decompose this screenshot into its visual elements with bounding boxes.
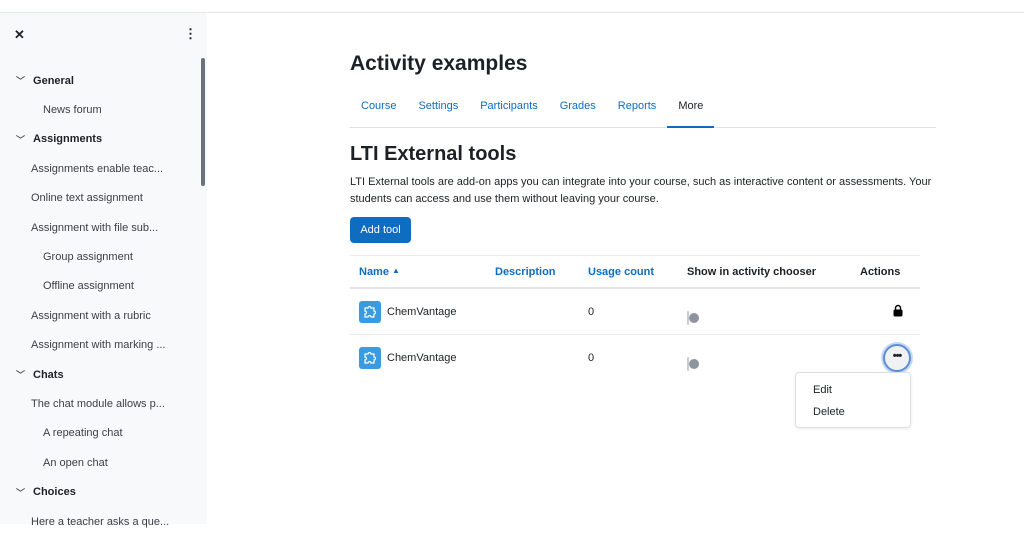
activity-link[interactable]: Offline assignment xyxy=(0,272,200,301)
scrollbar[interactable] xyxy=(201,58,205,186)
tab-participants[interactable]: Participants xyxy=(469,92,548,128)
item-label: General xyxy=(33,74,74,87)
header-show-in-chooser: Show in activity chooser xyxy=(687,265,816,278)
item-label: News forum xyxy=(43,104,102,117)
more-icon: ••• xyxy=(892,350,903,362)
header-actions: Actions xyxy=(860,265,901,278)
course-index: ﹀ General News forum ﹀ Assignments Assignment… xyxy=(0,66,200,536)
tab-reports[interactable]: Reports xyxy=(607,92,668,128)
chevron-down-icon[interactable]: ﹀ xyxy=(16,74,25,87)
item-label: Assignment with file sub... xyxy=(31,221,159,234)
chevron-down-icon[interactable]: ﹀ xyxy=(16,133,25,146)
tools-table: Name ▲ Description Usage count Show in a… xyxy=(350,255,920,381)
tool-name-cell: ChemVantage xyxy=(359,347,457,369)
section-header[interactable]: ﹀ Assignments xyxy=(0,125,200,154)
item-label: Choices xyxy=(33,486,76,499)
activity-link[interactable]: Group assignment xyxy=(0,242,200,271)
activity-link[interactable]: Here a teacher asks a que... xyxy=(0,507,200,536)
sort-asc-icon: ▲ xyxy=(392,265,400,275)
item-label: Assignment with marking ... xyxy=(31,339,166,352)
section-header[interactable]: ﹀ Chats xyxy=(0,360,200,389)
activity-link[interactable]: A repeating chat xyxy=(0,419,200,448)
show-in-chooser-toggle[interactable] xyxy=(687,357,689,371)
activity-link[interactable]: Assignment with a rubric xyxy=(0,301,200,330)
usage-count: 0 xyxy=(588,305,595,318)
activity-link[interactable]: Assignment with marking ... xyxy=(0,331,200,360)
actions-dropdown-menu: Edit Delete xyxy=(795,372,911,428)
tab-course[interactable]: Course xyxy=(350,92,407,128)
activity-link[interactable]: An open chat xyxy=(0,448,200,477)
tool-name: ChemVantage xyxy=(387,305,457,318)
close-icon[interactable]: ✕ xyxy=(14,27,25,43)
header-name[interactable]: Name ▲ xyxy=(359,266,400,278)
add-tool-button[interactable]: Add tool xyxy=(350,217,411,243)
section-header[interactable]: ﹀ General xyxy=(0,66,200,95)
item-label: An open chat xyxy=(43,456,108,469)
secondary-nav: Course Settings Participants Grades Reports M… xyxy=(350,92,936,128)
course-index-drawer: ✕ ⋮ ﹀ General News forum ﹀ Assignments Assign… xyxy=(0,13,207,528)
section-header[interactable]: ﹀ Choices xyxy=(0,477,200,506)
more-actions-button[interactable]: ••• xyxy=(883,344,911,372)
tool-name-cell: ChemVantage xyxy=(359,300,457,323)
item-label: A repeating chat xyxy=(43,427,123,440)
item-label: Assignments enable teac... xyxy=(31,162,164,175)
tab-more[interactable]: More xyxy=(667,92,715,128)
activity-link[interactable]: News forum xyxy=(0,95,200,124)
section-title: LTI External tools xyxy=(350,143,517,165)
item-label: Online text assignment xyxy=(31,192,143,205)
tab-settings[interactable]: Settings xyxy=(407,92,469,128)
item-label: Here a teacher asks a que... xyxy=(31,515,170,528)
chevron-down-icon[interactable]: ﹀ xyxy=(16,368,25,381)
header-description[interactable]: Description xyxy=(495,266,556,278)
activity-link[interactable]: The chat module allows p... xyxy=(0,389,200,418)
tool-name: ChemVantage xyxy=(387,351,457,364)
show-in-chooser-toggle[interactable] xyxy=(687,310,689,325)
puzzle-piece-icon xyxy=(359,347,381,369)
activity-link[interactable]: Assignments enable teac... xyxy=(0,154,200,183)
chevron-down-icon[interactable]: ﹀ xyxy=(16,486,25,499)
item-label: Assignments xyxy=(33,133,103,146)
tab-grades[interactable]: Grades xyxy=(549,92,607,128)
usage-count: 0 xyxy=(588,352,595,364)
section-description: LTI External tools are add-on apps you c… xyxy=(350,176,932,205)
page-title: Activity examples xyxy=(350,52,528,75)
item-label: Offline assignment xyxy=(43,280,134,293)
item-label: Group assignment xyxy=(43,251,133,264)
lock-icon xyxy=(893,304,903,319)
activity-link[interactable]: Assignment with file sub... xyxy=(0,213,200,242)
kebab-menu-icon[interactable]: ⋮ xyxy=(184,26,197,42)
menu-item-delete[interactable]: Delete xyxy=(813,406,845,418)
puzzle-piece-icon xyxy=(359,300,381,323)
table-header: Name ▲ Description Usage count Show in a… xyxy=(350,256,920,289)
activity-link[interactable]: Online text assignment xyxy=(0,184,200,213)
item-label: Chats xyxy=(33,368,64,381)
header-usage-count[interactable]: Usage count xyxy=(588,266,654,278)
item-label: Assignment with a rubric xyxy=(31,309,151,322)
menu-item-edit[interactable]: Edit xyxy=(813,384,832,396)
table-row: ChemVantage 0 xyxy=(350,289,920,335)
item-label: The chat module allows p... xyxy=(31,397,165,410)
